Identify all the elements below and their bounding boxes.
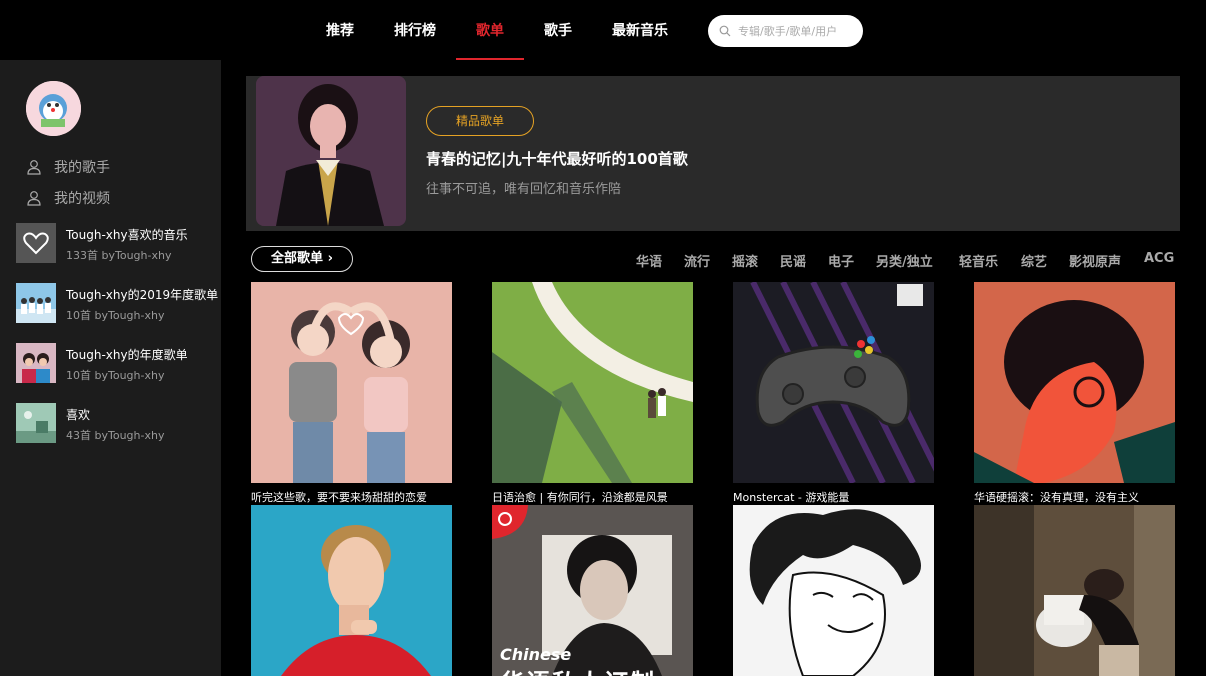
category-chinese[interactable]: 华语 — [636, 251, 662, 270]
category-light-music[interactable]: 轻音乐 — [959, 251, 998, 270]
nav-tab-label: 排行榜 — [394, 23, 436, 39]
nav-tab-label: 歌单 — [476, 23, 504, 39]
user-icon — [27, 191, 41, 206]
playlist-cover — [16, 223, 56, 263]
active-tab-underline — [456, 58, 524, 60]
playlist-card[interactable]: 华语硬摇滚：没有真理，没有主义 — [974, 282, 1175, 505]
nav-tab-label: 最新音乐 — [612, 23, 668, 39]
all-playlists-button[interactable]: 全部歌单 › — [251, 246, 353, 272]
playlist-subtitle: 10首 byTough-xhy — [66, 309, 165, 322]
sidebar: 我的歌手 我的视频 Tough-xhy喜欢的音乐 133首 byTough-xh… — [0, 60, 221, 676]
nav-tab-charts[interactable]: 排行榜 — [388, 0, 442, 60]
playlist-title: Tough-xhy的年度歌单 — [66, 348, 188, 362]
playlist-cover — [492, 282, 693, 483]
search-box[interactable] — [708, 15, 863, 47]
category-variety[interactable]: 综艺 — [1021, 251, 1047, 270]
link-label: 我的视频 — [54, 191, 110, 207]
top-navigation: 推荐 排行榜 歌单 歌手 最新音乐 — [0, 0, 1206, 60]
playlist-card[interactable]: Monstercat - 游戏能量 — [733, 282, 934, 505]
playlist-card[interactable] — [251, 505, 452, 676]
cover-overlay-cn-text: 华语私人订制 — [500, 663, 656, 676]
avatar-image — [26, 81, 81, 136]
playlist-name: Monstercat - 游戏能量 — [733, 491, 850, 504]
category-acg[interactable]: ACG — [1144, 251, 1174, 266]
playlist-card[interactable] — [974, 505, 1175, 676]
category-soundtrack[interactable]: 影视原声 — [1069, 251, 1121, 270]
sidebar-playlist-2019[interactable]: Tough-xhy的2019年度歌单 10首 byTough-xhy — [16, 283, 221, 325]
category-folk[interactable]: 民谣 — [780, 251, 806, 270]
playlist-cover: Chinese 华语私人订制 — [492, 505, 693, 676]
playlist-cover — [16, 283, 56, 323]
premium-playlist-badge[interactable]: 精品歌单 — [426, 106, 534, 136]
playlist-cover — [251, 282, 452, 483]
nav-tab-recommend[interactable]: 推荐 — [318, 0, 362, 60]
nav-tab-label: 推荐 — [326, 23, 354, 39]
my-artists-link[interactable]: 我的歌手 — [26, 157, 110, 177]
playlist-cover — [733, 505, 934, 676]
playlist-card[interactable]: Chinese 华语私人订制 — [492, 505, 693, 676]
playlist-name: 听完这些歌，要不要来场甜甜的恋爱 — [251, 491, 427, 504]
search-icon — [719, 25, 731, 37]
search-input[interactable] — [738, 21, 856, 41]
banner-title: 青春的记忆|九十年代最好听的100首歌 — [426, 150, 688, 168]
playlist-card[interactable] — [733, 505, 934, 676]
playlist-cover — [251, 505, 452, 676]
playlist-name: 日语治愈 | 有你同行，沿途都是风景 — [492, 491, 668, 504]
cover-overlay-text: Chinese — [500, 645, 572, 664]
featured-playlist-banner[interactable]: 精品歌单 青春的记忆|九十年代最好听的100首歌 往事不可追，唯有回忆和音乐作陪 — [246, 76, 1180, 231]
playlist-card[interactable]: 日语治愈 | 有你同行，沿途都是风景 — [492, 282, 693, 505]
sidebar-playlist-favorite[interactable]: 喜欢 43首 byTough-xhy — [16, 403, 221, 445]
category-pop[interactable]: 流行 — [684, 251, 710, 270]
playlist-title: Tough-xhy的2019年度歌单 — [66, 288, 219, 302]
playlist-subtitle: 10首 byTough-xhy — [66, 369, 165, 382]
playlist-cover — [974, 505, 1175, 676]
link-label: 我的歌手 — [54, 160, 110, 176]
nav-tab-playlists[interactable]: 歌单 — [456, 0, 524, 60]
playlist-title: Tough-xhy喜欢的音乐 — [66, 228, 188, 242]
sidebar-playlist-annual[interactable]: Tough-xhy的年度歌单 10首 byTough-xhy — [16, 343, 221, 385]
nav-tab-new-music[interactable]: 最新音乐 — [604, 0, 676, 60]
playlist-title: 喜欢 — [66, 408, 91, 422]
playlist-cover — [733, 282, 934, 483]
category-alternative[interactable]: 另类/独立 — [876, 251, 933, 270]
playlist-subtitle: 133首 byTough-xhy — [66, 249, 172, 262]
playlist-cover — [974, 282, 1175, 483]
category-rock[interactable]: 摇滚 — [732, 251, 758, 270]
nav-tab-label: 歌手 — [544, 23, 572, 39]
playlist-cover — [16, 403, 56, 443]
playlist-cover — [16, 343, 56, 383]
my-videos-link[interactable]: 我的视频 — [26, 188, 110, 208]
category-electronic[interactable]: 电子 — [828, 251, 854, 270]
banner-subtitle: 往事不可追，唯有回忆和音乐作陪 — [426, 182, 622, 197]
playlist-subtitle: 43首 byTough-xhy — [66, 429, 165, 442]
user-avatar[interactable] — [26, 81, 81, 136]
banner-cover-image — [256, 76, 406, 226]
playlist-name: 华语硬摇滚：没有真理，没有主义 — [974, 491, 1139, 504]
user-icon — [27, 160, 41, 175]
nav-tab-artists[interactable]: 歌手 — [536, 0, 580, 60]
playlist-card[interactable]: 听完这些歌，要不要来场甜甜的恋爱 — [251, 282, 452, 505]
sidebar-playlist-liked[interactable]: Tough-xhy喜欢的音乐 133首 byTough-xhy — [16, 223, 221, 265]
